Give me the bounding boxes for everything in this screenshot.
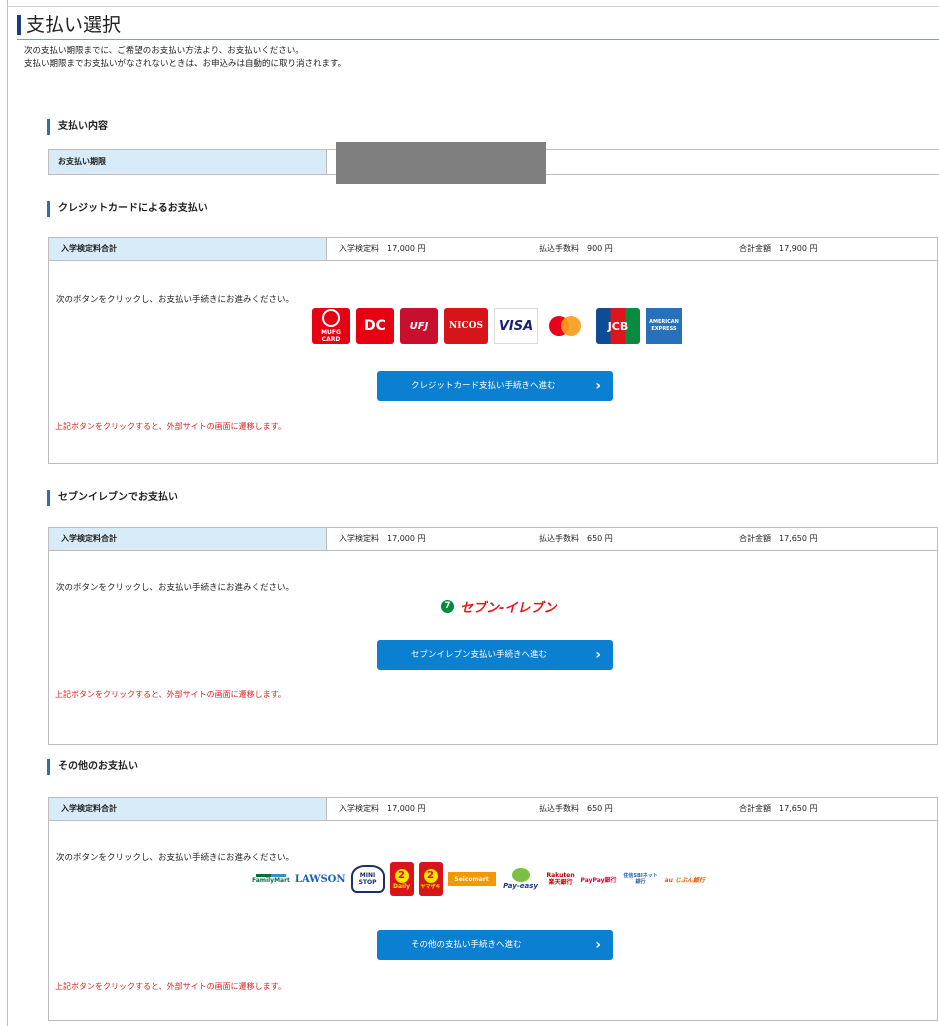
chevron-right-icon: › <box>595 647 601 663</box>
credit-heading: クレジットカードによるお支払い <box>47 201 208 217</box>
ministop-logo: MINI STOP <box>350 865 385 893</box>
intro-line-1: 次の支払い期限までに、ご希望のお支払い方法より、お支払いください。 <box>24 46 304 56</box>
seven-instruction: 次のボタンをクリックし、お支払い手続きにお進みください。 <box>56 583 295 593</box>
seven-handling-fee: 払込手数料 650 円 <box>539 534 613 543</box>
familymart-logo: FamilyMart <box>252 867 290 891</box>
seven-notice: 上記ボタンをクリックすると、外部サイトの画面に遷移します。 <box>55 690 286 699</box>
seven-exam-fee: 入学検定料 17,000 円 <box>339 534 426 543</box>
other-heading: その他のお支払い <box>47 759 138 775</box>
other-total: 合計金額 17,650 円 <box>739 804 818 813</box>
seven-block: 次のボタンをクリックし、お支払い手続きにお進みください。 7 セブン-イレブン … <box>48 551 938 745</box>
amex-card-logo: AMERICAN EXPRESS <box>646 308 682 344</box>
paypay-bank-logo: PayPay銀行 <box>580 876 617 884</box>
yamazaki-logo: 2 ヤマザキ <box>418 862 443 896</box>
seven-eleven-emblem-icon: 7 <box>441 600 454 613</box>
page-title-area: 支払い選択 <box>17 12 939 40</box>
mastercard-logo <box>544 308 590 344</box>
seven-eleven-logo: 7 セブン-イレブン <box>441 597 556 616</box>
dc-card-logo: DC <box>356 308 394 344</box>
rakuten-bank-logo: Rakuten 楽天銀行 <box>546 872 575 886</box>
credit-card-logos: MUFG CARD DC UFJ NICOS VISA JCB AMERICAN… <box>312 308 682 344</box>
other-pay-button[interactable]: その他の支払い手続きへ進む › <box>377 930 613 960</box>
other-notice: 上記ボタンをクリックすると、外部サイトの画面に遷移します。 <box>55 982 286 991</box>
seven-eleven-pay-button-label: セブンイレブン支払い手続きへ進む <box>411 650 548 660</box>
credit-exam-fee: 入学検定料 17,000 円 <box>339 244 426 253</box>
seven-eleven-pay-button[interactable]: セブンイレブン支払い手続きへ進む › <box>377 640 613 670</box>
chevron-right-icon: › <box>595 378 601 394</box>
title-accent-bar <box>17 15 21 35</box>
frame-top-border <box>7 6 939 7</box>
other-summary-label: 入学検定料合計 <box>49 798 327 820</box>
jcb-card-logo: JCB <box>596 308 640 344</box>
credit-summary-label: 入学検定料合計 <box>49 238 327 260</box>
other-handling-fee: 払込手数料 650 円 <box>539 804 613 813</box>
credit-block: 次のボタンをクリックし、お支払い手続きにお進みください。 MUFG CARD D… <box>48 261 938 464</box>
sbi-bank-logo: 住信SBIネット銀行 <box>623 873 658 885</box>
credit-total: 合計金額 17,900 円 <box>739 244 818 253</box>
other-payment-logos: FamilyMart LAWSON MINI STOP 2 Daily 2 ヤマ… <box>252 862 705 896</box>
redacted-deadline <box>336 142 546 184</box>
chevron-right-icon: › <box>595 937 601 953</box>
other-summary-row: 入学検定料合計 入学検定料 17,000 円 払込手数料 650 円 合計金額 … <box>48 797 938 821</box>
seven-total: 合計金額 17,650 円 <box>739 534 818 543</box>
other-block: 次のボタンをクリックし、お支払い手続きにお進みください。 FamilyMart … <box>48 821 938 1021</box>
other-pay-button-label: その他の支払い手続きへ進む <box>411 940 522 950</box>
page-title: 支払い選択 <box>26 14 122 36</box>
credit-card-pay-button-label: クレジットカード支払い手続きへ進む <box>411 381 556 391</box>
frame-left-border <box>7 0 8 1026</box>
intro-line-2: 支払い期限までお支払いがなされないときは、お申込みは自動的に取り消されます。 <box>24 59 347 69</box>
credit-instruction: 次のボタンをクリックし、お支払い手続きにお進みください。 <box>56 295 295 305</box>
daily-yamazaki-logo: 2 Daily <box>389 862 414 896</box>
nicos-card-logo: NICOS <box>444 308 488 344</box>
credit-card-pay-button[interactable]: クレジットカード支払い手続きへ進む › <box>377 371 613 401</box>
seven-summary-row: 入学検定料合計 入学検定料 17,000 円 払込手数料 650 円 合計金額 … <box>48 527 938 551</box>
visa-card-logo: VISA <box>494 308 538 344</box>
mufg-card-logo: MUFG CARD <box>312 308 350 344</box>
ufj-card-logo: UFJ <box>400 308 438 344</box>
credit-handling-fee: 払込手数料 900 円 <box>539 244 613 253</box>
seven-heading: セブンイレブンでお支払い <box>47 490 178 506</box>
seven-eleven-logo-text: セブン-イレブン <box>460 601 557 616</box>
intro-text: 次の支払い期限までに、ご希望のお支払い方法より、お支払いください。 支払い期限ま… <box>24 45 346 71</box>
payment-details-heading: 支払い内容 <box>47 119 108 135</box>
lawson-logo: LAWSON <box>294 873 346 885</box>
seicomart-logo: Seicomart <box>447 872 496 886</box>
credit-notice: 上記ボタンをクリックすると、外部サイトの画面に遷移します。 <box>55 422 286 431</box>
seven-summary-label: 入学検定料合計 <box>49 528 327 550</box>
credit-summary-row: 入学検定料合計 入学検定料 17,000 円 払込手数料 900 円 合計金額 … <box>48 237 938 261</box>
other-exam-fee: 入学検定料 17,000 円 <box>339 804 426 813</box>
payeasy-logo: Pay-easy <box>501 862 541 896</box>
deadline-label: お支払い期限 <box>49 150 327 174</box>
au-jibun-bank-logo: au じぶん銀行 <box>664 876 705 884</box>
